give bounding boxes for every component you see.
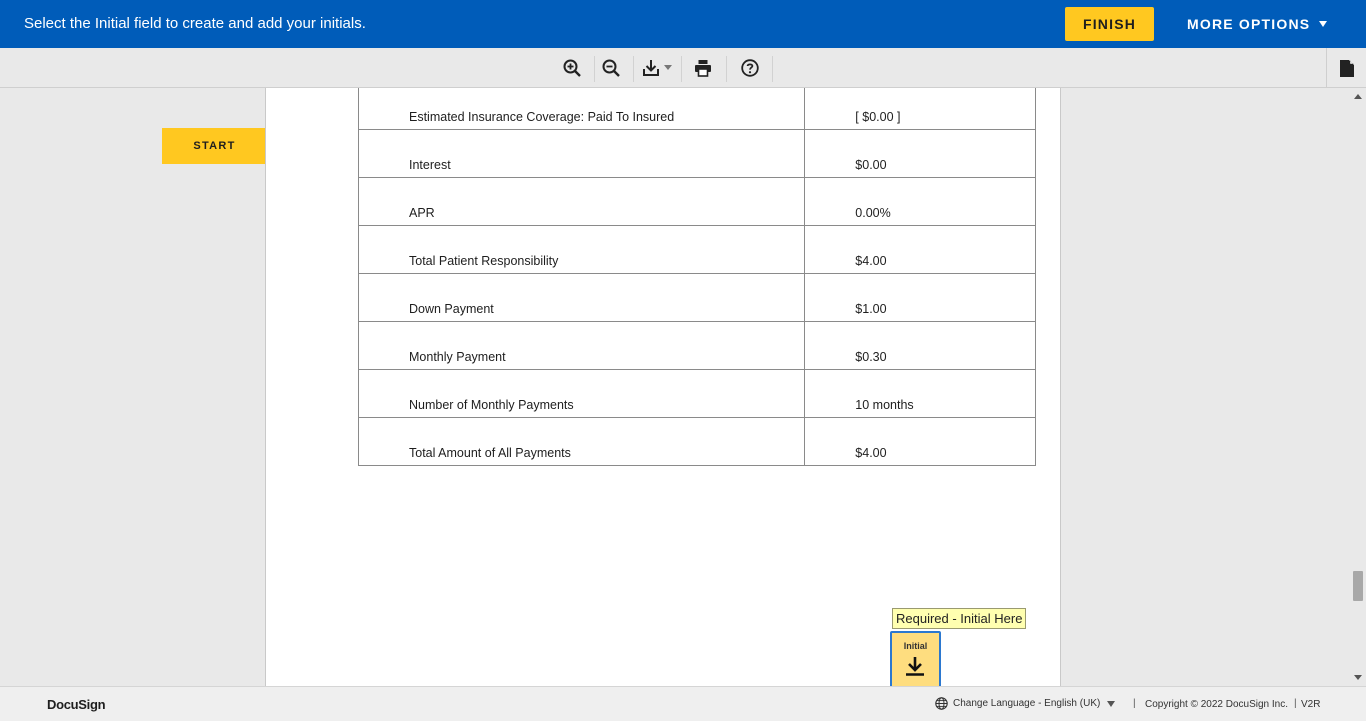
top-banner: Select the Initial field to create and a…	[0, 0, 1366, 48]
instruction-message: Select the Initial field to create and a…	[24, 15, 366, 32]
table-row: Total Amount of All Payments $4.00	[357, 416, 1036, 466]
caret-down-icon	[1107, 700, 1116, 707]
row-value: 0.00%	[804, 176, 1036, 226]
finish-button[interactable]: FINISH	[1065, 7, 1154, 41]
zoom-out-button[interactable]	[599, 54, 623, 82]
table-row: APR 0.00%	[357, 176, 1036, 226]
help-icon	[741, 59, 759, 77]
row-label: Monthly Payment	[357, 320, 806, 370]
zoom-in-button[interactable]	[560, 54, 584, 82]
zoom-out-icon	[602, 59, 620, 77]
toolbar-divider	[681, 56, 682, 82]
row-value: $0.00	[804, 128, 1036, 178]
table-row: Estimated Insurance Coverage: Paid To In…	[357, 88, 1036, 130]
scroll-up-arrow[interactable]	[1354, 94, 1362, 99]
row-value: $4.00	[804, 416, 1036, 466]
print-button[interactable]	[691, 54, 715, 82]
toolbar-divider	[633, 56, 634, 82]
change-language-dropdown[interactable]: Change Language - English (UK)	[935, 697, 1116, 710]
row-label: Total Amount of All Payments	[357, 416, 806, 466]
toolbar-divider	[594, 56, 595, 82]
row-label: Number of Monthly Payments	[357, 368, 806, 418]
table-row: Total Patient Responsibility $4.00	[357, 224, 1036, 274]
download-icon	[643, 60, 672, 76]
document-viewer: START Estimated Insurance Coverage: Paid…	[0, 88, 1366, 686]
scroll-down-arrow[interactable]	[1354, 675, 1362, 680]
row-label: Interest	[357, 128, 806, 178]
zoom-in-icon	[563, 59, 581, 77]
row-value: [ $0.00 ]	[804, 88, 1036, 130]
document-toolbar	[0, 48, 1366, 88]
print-icon	[695, 60, 711, 77]
initial-field[interactable]: Initial	[890, 631, 941, 686]
toolbar-divider	[726, 56, 727, 82]
table-row: Monthly Payment $0.30	[357, 320, 1036, 370]
document-page: Estimated Insurance Coverage: Paid To In…	[265, 88, 1061, 686]
download-arrow-icon	[906, 657, 924, 676]
document-panel-toggle[interactable]	[1326, 48, 1366, 88]
more-options-button[interactable]: MORE OPTIONS	[1187, 16, 1328, 32]
docusign-logo: DocuSign	[47, 697, 106, 712]
language-label: Change Language - English (UK)	[953, 698, 1101, 709]
toolbar-divider	[772, 56, 773, 82]
caret-down-icon	[1319, 21, 1328, 27]
row-value: 10 months	[804, 368, 1036, 418]
row-label: Down Payment	[357, 272, 806, 322]
row-value: $0.30	[804, 320, 1036, 370]
version-text: V2R	[1301, 699, 1321, 710]
footer: DocuSign Change Language - English (UK) …	[0, 686, 1366, 721]
globe-icon	[935, 697, 948, 710]
table-row: Down Payment $1.00	[357, 272, 1036, 322]
document-icon	[1339, 59, 1354, 77]
table-row: Number of Monthly Payments 10 months	[357, 368, 1036, 418]
required-initial-tooltip: Required - Initial Here	[892, 608, 1027, 629]
footer-divider: |	[1294, 698, 1297, 709]
table-row: Interest $0.00	[357, 128, 1036, 178]
vertical-scrollbar[interactable]	[1350, 88, 1366, 686]
start-button[interactable]: START	[162, 128, 267, 164]
copyright-text: Copyright © 2022 DocuSign Inc.	[1145, 699, 1289, 710]
row-label: Total Patient Responsibility	[357, 224, 806, 274]
help-button[interactable]	[738, 54, 762, 82]
row-label: APR	[357, 176, 806, 226]
more-options-label: MORE OPTIONS	[1187, 16, 1311, 32]
row-value: $1.00	[804, 272, 1036, 322]
initial-field-label: Initial	[903, 641, 928, 651]
row-value: $4.00	[804, 224, 1036, 274]
row-label: Estimated Insurance Coverage: Paid To In…	[357, 88, 806, 130]
download-button[interactable]	[641, 54, 673, 82]
scroll-thumb[interactable]	[1353, 571, 1363, 601]
footer-divider: |	[1133, 698, 1136, 709]
payment-summary-table: Estimated Insurance Coverage: Paid To In…	[357, 88, 1036, 466]
